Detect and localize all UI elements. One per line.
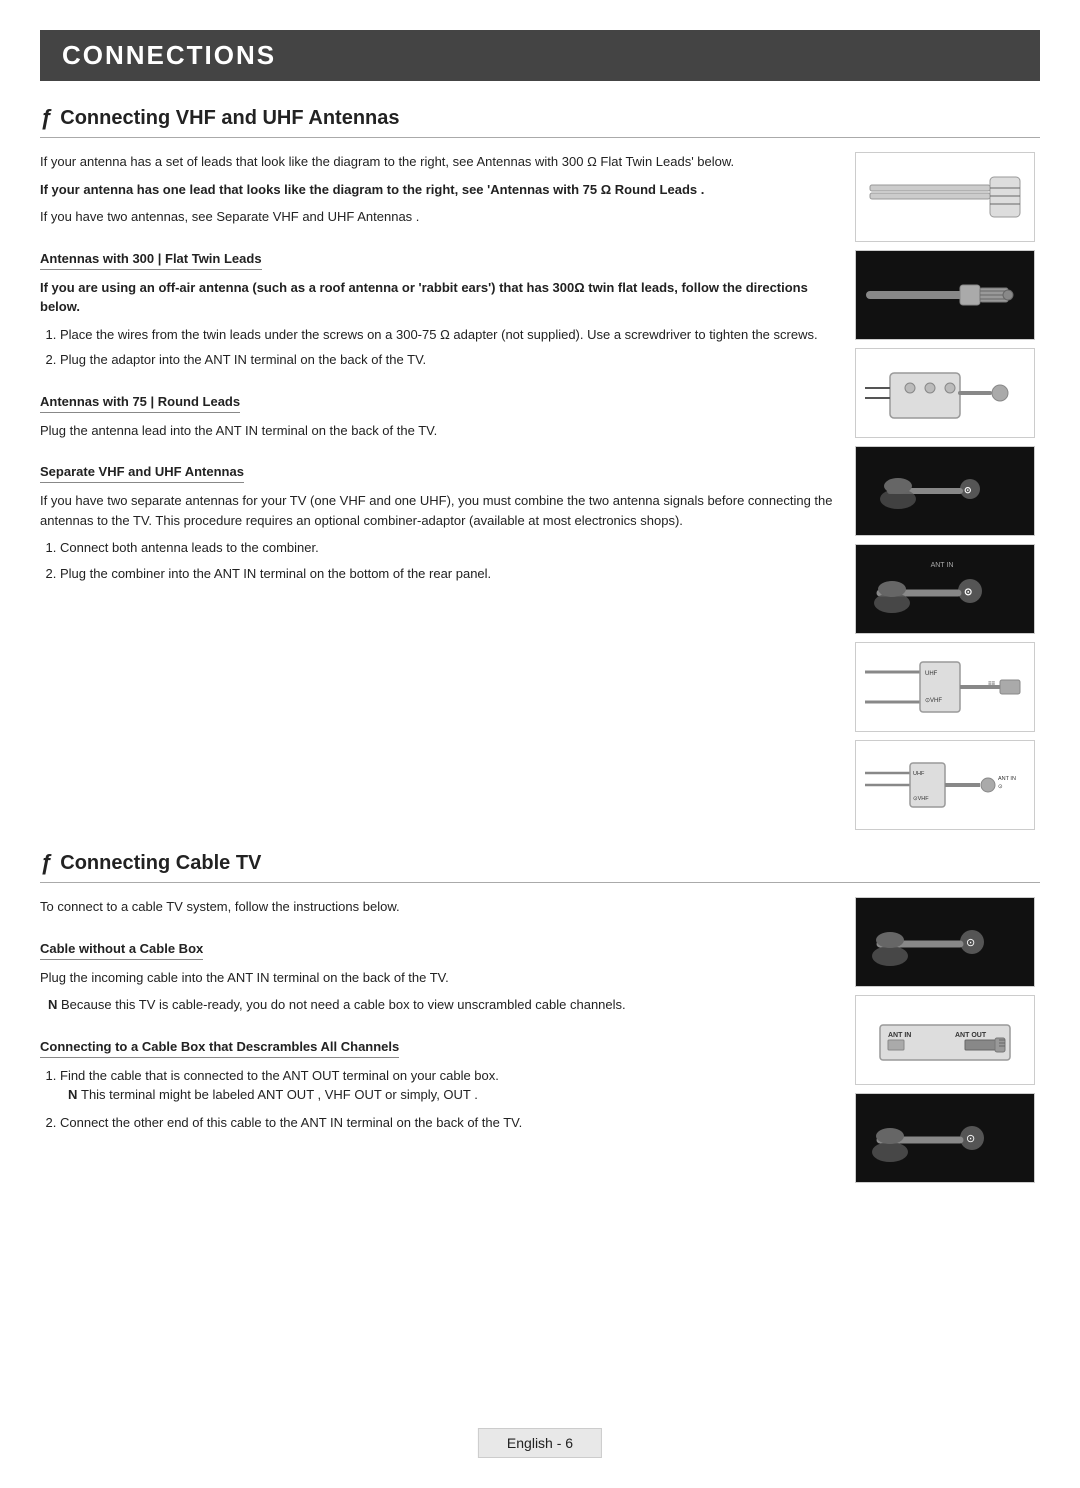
sub1-step2: Plug the adaptor into the ANT IN termina… [60,350,835,370]
section1-title: ƒ Connecting VHF and UHF Antennas [40,105,1040,138]
diagram-adapter [855,348,1035,438]
cable-box-note1: This terminal might be labeled ANT OUT ,… [68,1085,835,1105]
cable-no-box-body: Plug the incoming cable into the ANT IN … [40,968,835,988]
section1-intro1: If your antenna has a set of leads that … [40,152,835,172]
cable-box-steps: Find the cable that is connected to the … [40,1066,835,1133]
sub1-steps: Place the wires from the twin leads unde… [40,325,835,370]
diagram-ant-in-round: ANT IN ⊙ [855,544,1035,634]
sub3-block: Separate VHF and UHF Antennas If you hav… [40,448,835,583]
svg-text:≡≡: ≡≡ [988,681,996,687]
sub3-body: If you have two separate antennas for yo… [40,491,835,530]
svg-text:UHF: UHF [925,671,938,677]
svg-text:ANT IN: ANT IN [888,1032,911,1039]
cable-no-box-note1: Because this TV is cable-ready, you do n… [48,995,835,1015]
svg-text:ANT IN: ANT IN [931,562,954,569]
page-header: CONNECTIONS [40,30,1040,81]
svg-text:⊙: ⊙ [966,937,975,949]
section2-symbol: ƒ [40,850,52,876]
section-cable-tv: ƒ Connecting Cable TV To connect to a ca… [40,850,1040,1183]
diagram-cable-box: ANT IN ANT OUT [855,995,1035,1085]
section1-content: If your antenna has a set of leads that … [40,152,1040,830]
section2-title-text: Connecting Cable TV [60,852,261,875]
page-title: CONNECTIONS [62,40,1018,71]
cable-box-step2: Connect the other end of this cable to t… [60,1113,835,1133]
cable-box-title: Connecting to a Cable Box that Descrambl… [40,1039,399,1058]
svg-text:⊙VHF: ⊙VHF [925,698,942,704]
section1-diagrams: ⊙ ANT IN ⊙ [855,152,1040,830]
cable-box-notes: This terminal might be labeled ANT OUT ,… [60,1085,835,1105]
sub2-body: Plug the antenna lead into the ANT IN te… [40,421,835,441]
diagram-cable-box-tv: ⊙ [855,1093,1035,1183]
page-footer: English - 6 [478,1428,602,1458]
page: CONNECTIONS ƒ Connecting VHF and UHF Ant… [0,0,1080,1488]
svg-text:ANT IN: ANT IN [998,776,1016,782]
sub1-body: If you are using an off-air antenna (suc… [40,278,835,317]
cable-box-step1: Find the cable that is connected to the … [60,1066,835,1105]
sub3-step2: Plug the combiner into the ANT IN termin… [60,564,835,584]
diagram-combiner: UHF ⊙VHF ≡≡ [855,642,1035,732]
section1-left: If your antenna has a set of leads that … [40,152,855,830]
svg-text:⊙: ⊙ [998,784,1003,790]
section1-title-text: Connecting VHF and UHF Antennas [60,107,399,130]
diagram-combined-plugged: UHF ⊙VHF ANT IN ⊙ [855,740,1035,830]
sub3-steps: Connect both antenna leads to the combin… [40,538,835,583]
svg-text:⊙: ⊙ [964,587,972,598]
sub1-title: Antennas with 300 | Flat Twin Leads [40,251,262,270]
section1-intro3: If you have two antennas, see Separate V… [40,207,835,227]
diagram-flat-cable [855,152,1035,242]
section2-title: ƒ Connecting Cable TV [40,850,1040,883]
cable-no-box-notes: Because this TV is cable-ready, you do n… [40,995,835,1015]
svg-text:UHF: UHF [913,771,925,777]
svg-text:⊙: ⊙ [964,485,972,495]
sub1-block: Antennas with 300 | Flat Twin Leads If y… [40,235,835,370]
section2-diagrams: ⊙ ANT IN ANT OUT [855,897,1040,1183]
diagram-ant-in-plug: ⊙ [855,446,1035,536]
cable-no-box-title: Cable without a Cable Box [40,941,203,960]
section1-intro2-bold: If your antenna has one lead that looks … [40,182,704,197]
svg-text:ANT OUT: ANT OUT [955,1032,987,1039]
svg-text:⊙: ⊙ [966,1133,975,1145]
sub2-title: Antennas with 75 | Round Leads [40,394,240,413]
sub3-step1: Connect both antenna leads to the combin… [60,538,835,558]
diagram-coax-cable [855,250,1035,340]
cable-box-block: Connecting to a Cable Box that Descrambl… [40,1023,835,1133]
section-vhf-uhf: ƒ Connecting VHF and UHF Antennas If you… [40,105,1040,830]
sub3-title: Separate VHF and UHF Antennas [40,464,244,483]
diagram-cable-plug: ⊙ [855,897,1035,987]
section2-left: To connect to a cable TV system, follow … [40,897,855,1183]
section1-symbol: ƒ [40,105,52,131]
section2-content: To connect to a cable TV system, follow … [40,897,1040,1183]
section1-intro2: If your antenna has one lead that looks … [40,180,835,200]
sub2-block: Antennas with 75 | Round Leads Plug the … [40,378,835,441]
sub1-body-bold: If you are using an off-air antenna (suc… [40,280,808,315]
svg-text:⊙VHF: ⊙VHF [913,796,929,802]
footer-label: English - 6 [507,1435,573,1451]
section2-intro: To connect to a cable TV system, follow … [40,897,835,917]
sub1-step1: Place the wires from the twin leads unde… [60,325,835,345]
cable-no-box-block: Cable without a Cable Box Plug the incom… [40,925,835,1015]
